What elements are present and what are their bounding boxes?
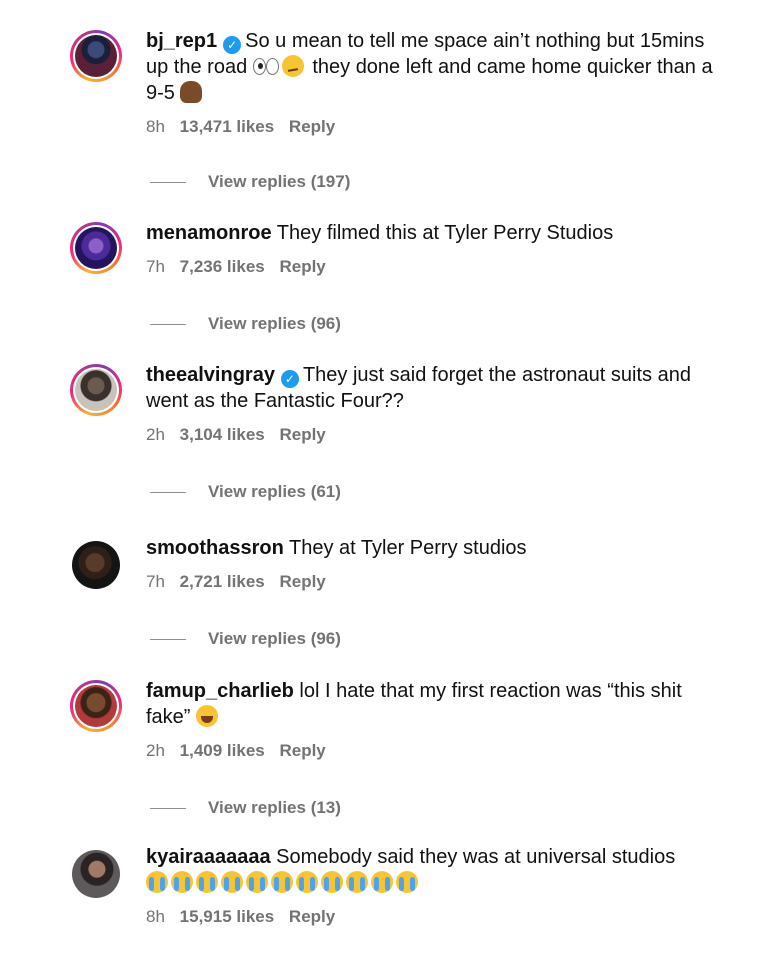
loudly-crying-emoji-icon	[271, 871, 293, 893]
loudly-crying-emoji-icon	[346, 871, 368, 893]
comment-body: They at Tyler Perry studios	[289, 537, 527, 559]
comment-text: menamonroe They filmed this at Tyler Per…	[146, 220, 720, 246]
divider	[150, 808, 186, 810]
reply-button[interactable]: Reply	[279, 741, 325, 760]
loudly-crying-emoji-icon	[196, 871, 218, 893]
avatar[interactable]	[72, 541, 120, 589]
eyes-emoji-icon	[252, 55, 279, 77]
username[interactable]: kyairaaaaaaa	[146, 846, 271, 868]
comment-meta: 8h 15,915 likes Reply	[146, 906, 720, 928]
avatar[interactable]	[70, 364, 122, 416]
verified-badge-icon: ✓	[280, 370, 299, 388]
avatar-photo	[75, 369, 117, 411]
comment-text: bj_rep1 ✓ So u mean to tell me space ain’t…	[146, 28, 720, 106]
loudly-crying-emoji-icon	[296, 871, 318, 893]
verified-badge-icon: ✓	[223, 36, 242, 54]
view-replies-label: View replies (96)	[208, 314, 341, 333]
avatar-photo	[72, 541, 120, 589]
loudly-crying-emoji-icon	[396, 871, 418, 893]
person-emoji-icon	[180, 81, 203, 103]
view-replies-label: View replies (61)	[208, 482, 341, 501]
reply-button[interactable]: Reply	[279, 572, 325, 591]
loudly-crying-emoji-icon	[321, 871, 343, 893]
comment-text: smoothassron They at Tyler Perry studios	[146, 535, 720, 561]
comment-meta: 7h 7,236 likes Reply	[146, 256, 720, 278]
laughing-emoji-icon	[196, 705, 219, 727]
divider	[150, 639, 186, 641]
avatar-photo	[75, 685, 117, 727]
timestamp: 8h	[146, 117, 165, 136]
reply-button[interactable]: Reply	[279, 425, 325, 444]
view-replies-button[interactable]: View replies (96)	[150, 628, 341, 650]
view-replies-button[interactable]: View replies (96)	[150, 313, 341, 335]
likes-count[interactable]: 13,471 likes	[180, 117, 275, 136]
avatar-photo	[75, 227, 117, 269]
likes-count[interactable]: 2,721 likes	[180, 572, 265, 591]
likes-count[interactable]: 1,409 likes	[180, 741, 265, 760]
avatar[interactable]	[72, 850, 120, 898]
view-replies-label: View replies (13)	[208, 798, 341, 817]
comment-meta: 2h 1,409 likes Reply	[146, 740, 720, 762]
view-replies-button[interactable]: View replies (13)	[150, 797, 341, 819]
likes-count[interactable]: 7,236 likes	[180, 257, 265, 276]
avatar[interactable]	[70, 680, 122, 732]
loudly-crying-emoji-icon	[171, 871, 193, 893]
username[interactable]: theealvingray	[146, 364, 275, 386]
username[interactable]: smoothassron	[146, 537, 284, 559]
reply-button[interactable]: Reply	[279, 257, 325, 276]
likes-count[interactable]: 3,104 likes	[180, 425, 265, 444]
likes-count[interactable]: 15,915 likes	[180, 907, 275, 926]
comment-meta: 7h 2,721 likes Reply	[146, 571, 720, 593]
view-replies-label: View replies (96)	[208, 629, 341, 648]
avatar-photo	[72, 850, 120, 898]
comment-meta: 8h 13,471 likes Reply	[146, 116, 720, 138]
view-replies-label: View replies (197)	[208, 172, 351, 191]
comment-text: theealvingray ✓ They just said forget the …	[146, 362, 720, 414]
timestamp: 7h	[146, 257, 165, 276]
comment-text: famup_charlieb lol I hate that my first …	[146, 678, 720, 730]
loudly-crying-emoji-icon	[146, 871, 168, 893]
username[interactable]: bj_rep1	[146, 30, 217, 52]
avatar[interactable]	[70, 30, 122, 82]
avatar-photo	[75, 35, 117, 77]
loudly-crying-emoji-icon	[371, 871, 393, 893]
divider	[150, 324, 186, 326]
timestamp: 7h	[146, 572, 165, 591]
loudly-crying-emoji-icon	[221, 871, 243, 893]
comment-body: Somebody said they was at universal stud…	[276, 846, 676, 868]
comment-body: They filmed this at Tyler Perry Studios	[276, 222, 614, 244]
comment-text: kyairaaaaaaa Somebody said they was at u…	[146, 844, 720, 896]
comment-meta: 2h 3,104 likes Reply	[146, 424, 720, 446]
divider	[150, 182, 186, 184]
reply-button[interactable]: Reply	[289, 907, 335, 926]
username[interactable]: famup_charlieb	[146, 680, 294, 702]
timestamp: 8h	[146, 907, 165, 926]
view-replies-button[interactable]: View replies (61)	[150, 481, 341, 503]
view-replies-button[interactable]: View replies (197)	[150, 171, 350, 193]
reply-button[interactable]: Reply	[289, 117, 335, 136]
smirk-emoji-icon	[281, 55, 304, 77]
timestamp: 2h	[146, 425, 165, 444]
divider	[150, 492, 186, 494]
username[interactable]: menamonroe	[146, 222, 272, 244]
loudly-crying-emoji-icon	[246, 871, 268, 893]
timestamp: 2h	[146, 741, 165, 760]
avatar[interactable]	[70, 222, 122, 274]
